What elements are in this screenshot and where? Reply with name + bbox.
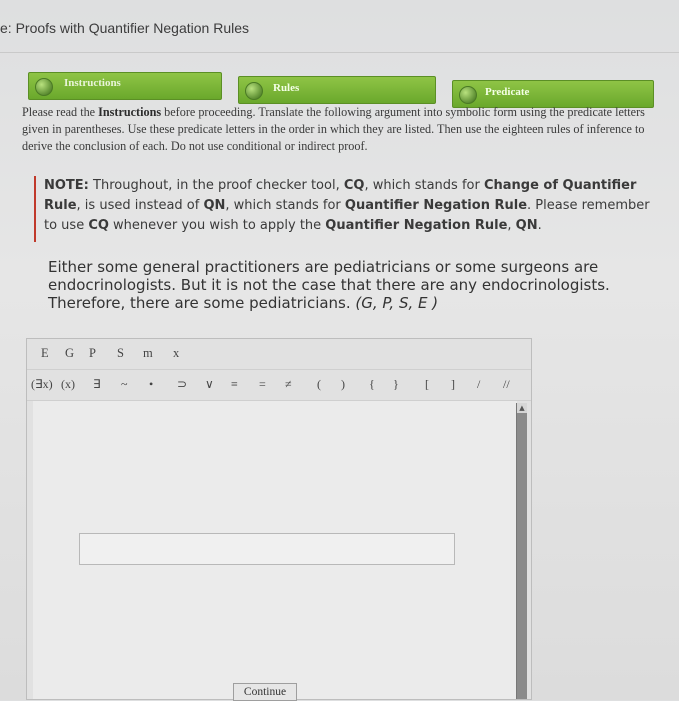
scroll-up-arrow-icon[interactable]: ▲	[517, 403, 527, 413]
double-slash-button[interactable]: //	[503, 377, 510, 392]
proof-checker: E G P S m x (∃x) (x) ∃ ~ • ⊃ ∨ ≡ = ≠ ( )…	[26, 338, 532, 701]
instructions-text: Please read the Instructions before proc…	[22, 105, 645, 153]
proof-line-input[interactable]	[79, 533, 455, 565]
symbol-toolbar: (∃x) (x) ∃ ~ • ⊃ ∨ ≡ = ≠ ( ) { } [ ] / /…	[27, 369, 531, 401]
title-divider	[0, 52, 679, 53]
letter-button-g[interactable]: G	[65, 346, 74, 361]
letter-button-p[interactable]: P	[89, 346, 96, 361]
tab-rules[interactable]: Rules	[238, 76, 436, 104]
tab-instructions[interactable]: Instructions	[28, 72, 222, 100]
left-brace-button[interactable]: {	[369, 377, 375, 392]
proof-scrollbar[interactable]: ▲	[516, 403, 527, 699]
dot-button[interactable]: •	[149, 377, 153, 392]
letter-button-s[interactable]: S	[117, 346, 124, 361]
slash-button[interactable]: /	[477, 377, 480, 392]
left-paren-button[interactable]: (	[317, 377, 321, 392]
note-box: NOTE: Throughout, in the proof checker t…	[34, 176, 664, 242]
tab-label: Predicate	[485, 86, 530, 98]
existential-quantifier-button[interactable]: (∃x)	[31, 377, 53, 392]
page-title: e: Proofs with Quantifier Negation Rules	[0, 20, 250, 36]
continue-button[interactable]: Continue	[233, 683, 297, 701]
letter-button-x[interactable]: x	[173, 346, 179, 361]
equals-button[interactable]: =	[259, 377, 266, 392]
wedge-button[interactable]: ∨	[205, 377, 214, 392]
universal-quantifier-button[interactable]: (x)	[61, 377, 75, 392]
status-dot-icon	[245, 82, 263, 100]
predicate-letters: (G, P, S, E )	[355, 294, 439, 312]
tilde-button[interactable]: ~	[121, 377, 128, 392]
letter-button-m[interactable]: m	[143, 346, 153, 361]
right-brace-button[interactable]: }	[393, 377, 399, 392]
status-dot-icon	[459, 86, 477, 104]
argument-text: Either some general practitioners are pe…	[48, 258, 610, 312]
tab-label: Instructions	[64, 77, 121, 89]
right-paren-button[interactable]: )	[341, 377, 345, 392]
exists-symbol-button[interactable]: ∃	[93, 377, 101, 392]
status-dot-icon	[35, 78, 53, 96]
letter-button-e[interactable]: E	[41, 346, 49, 361]
letter-toolbar: E G P S m x	[27, 339, 531, 367]
right-bracket-button[interactable]: ]	[451, 377, 455, 392]
horseshoe-button[interactable]: ⊃	[177, 377, 187, 392]
not-equal-button[interactable]: ≠	[285, 377, 292, 392]
tab-label: Rules	[273, 82, 300, 94]
left-bracket-button[interactable]: [	[425, 377, 429, 392]
triple-bar-button[interactable]: ≡	[231, 377, 238, 392]
